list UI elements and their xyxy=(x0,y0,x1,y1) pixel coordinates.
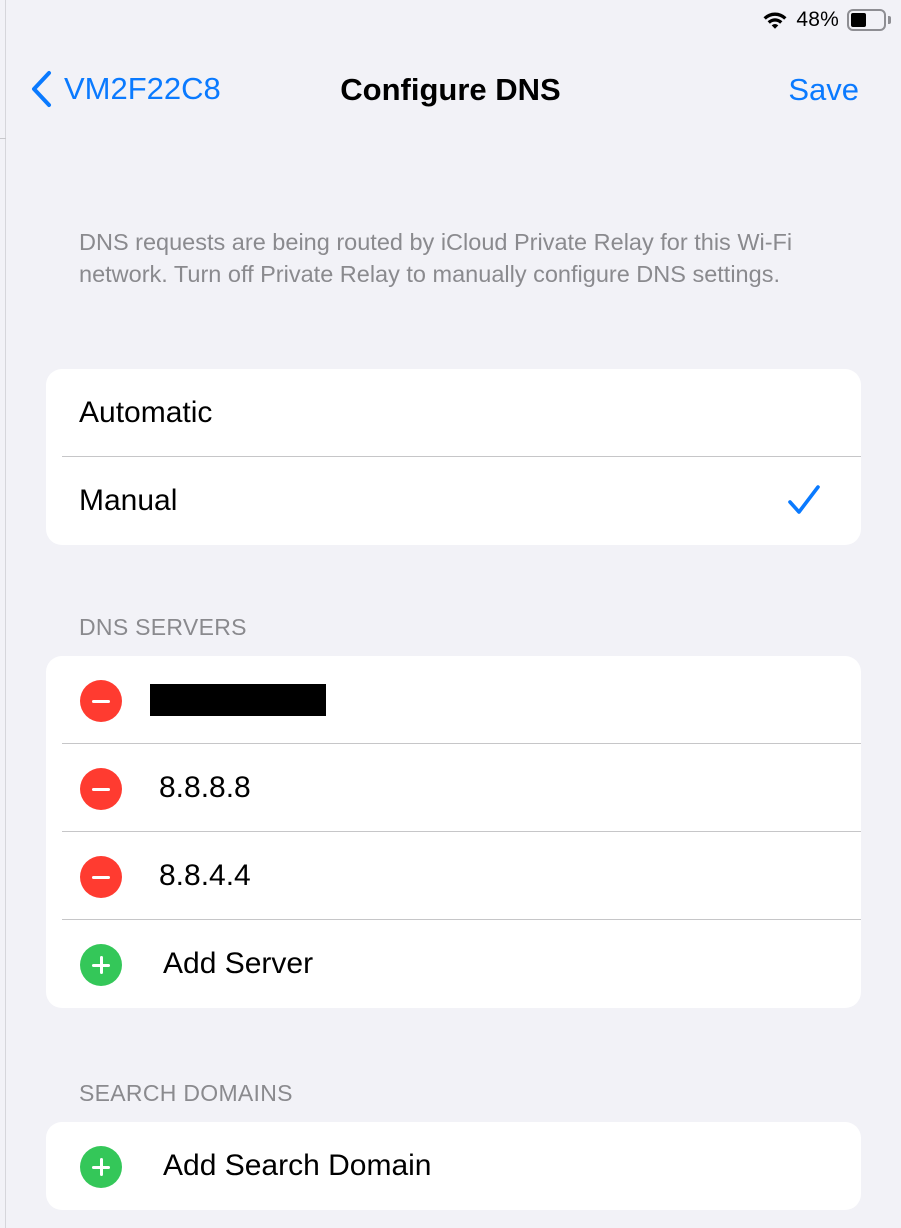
minus-icon xyxy=(92,787,110,791)
navigation-bar: VM2F22C8 Configure DNS Save xyxy=(0,64,901,118)
remove-server-button[interactable] xyxy=(80,856,122,898)
left-edge-divider xyxy=(0,0,6,1228)
chevron-left-icon xyxy=(30,70,52,108)
add-search-domain-row[interactable]: Add Search Domain xyxy=(46,1122,861,1210)
minus-icon xyxy=(92,699,110,703)
dns-servers-group: 8.8.8.8 8.8.4.4 Add Server xyxy=(46,656,861,1008)
add-search-domain-label[interactable]: Add Search Domain xyxy=(163,1149,431,1183)
dns-mode-option-manual[interactable]: Manual xyxy=(46,457,861,545)
private-relay-info-text: DNS requests are being routed by iCloud … xyxy=(79,229,793,287)
dns-mode-group: Automatic Manual xyxy=(46,369,861,545)
dns-server-row xyxy=(46,656,861,744)
dns-servers-header: DNS SERVERS xyxy=(79,614,247,640)
server-address-field[interactable]: 8.8.4.4 xyxy=(159,859,251,893)
remove-server-button[interactable] xyxy=(80,680,122,722)
checkmark-icon xyxy=(787,483,821,517)
status-bar: 48% xyxy=(762,6,891,34)
remove-server-button[interactable] xyxy=(80,768,122,810)
dns-server-row: 8.8.8.8 xyxy=(46,744,861,832)
save-button[interactable]: Save xyxy=(788,72,859,108)
add-server-button[interactable] xyxy=(80,944,122,986)
search-domains-header: SEARCH DOMAINS xyxy=(79,1080,293,1106)
battery-percentage: 48% xyxy=(796,8,839,31)
mode-label: Automatic xyxy=(79,396,213,429)
server-address-field[interactable]: 8.8.8.8 xyxy=(159,771,251,805)
configure-dns-screen: 48% VM2F22C8 Configure DNS Save DNS requ… xyxy=(0,0,901,1228)
wifi-icon xyxy=(762,10,788,30)
add-server-label[interactable]: Add Server xyxy=(163,947,313,981)
add-search-domain-button[interactable] xyxy=(80,1146,122,1188)
back-button[interactable]: VM2F22C8 xyxy=(30,70,221,108)
battery-icon xyxy=(847,9,891,31)
redacted-server-value xyxy=(150,684,326,716)
mode-label: Manual xyxy=(79,484,178,517)
dns-mode-option-automatic[interactable]: Automatic xyxy=(46,369,861,457)
battery-fill xyxy=(851,13,866,27)
minus-icon xyxy=(92,875,110,879)
search-domains-group: Add Search Domain xyxy=(46,1122,861,1210)
back-label: VM2F22C8 xyxy=(64,71,221,106)
dns-server-row: 8.8.4.4 xyxy=(46,832,861,920)
add-server-row[interactable]: Add Server xyxy=(46,920,861,1008)
